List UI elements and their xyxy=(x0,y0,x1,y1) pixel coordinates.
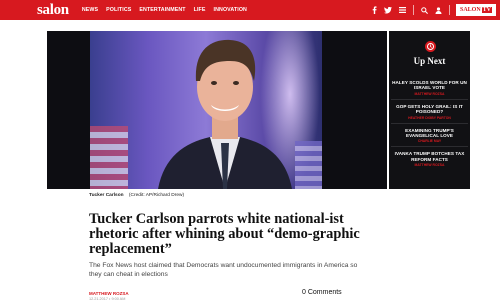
up-next-list: HALEY SCOLDS WORLD FOR UN ISRAEL VOTE MA… xyxy=(391,76,468,170)
header-actions: SALON TV xyxy=(365,0,496,20)
user-account-icon[interactable] xyxy=(435,6,442,14)
nav-item-politics[interactable]: POLITICS xyxy=(106,0,131,20)
backdrop-flag-left xyxy=(90,126,128,189)
main-nav: NEWS POLITICS ENTERTAINMENT LIFE INNOVAT… xyxy=(82,0,255,20)
search-icon[interactable] xyxy=(421,6,428,14)
up-next-item[interactable]: GOP GETS HOLY GRAIL: IS IT POISONED? HEA… xyxy=(391,98,468,123)
nav-item-entertainment[interactable]: ENTERTAINMENT xyxy=(139,0,185,20)
up-next-title: Up Next xyxy=(413,56,446,66)
article-author[interactable]: MATTHEW ROZSA xyxy=(89,291,129,296)
up-next-panel: Up Next HALEY SCOLDS WORLD FOR UN ISRAEL… xyxy=(389,31,470,189)
up-next-author: HEATHER DIGBY PARTON xyxy=(408,115,451,120)
comments-link[interactable]: 0 Comments xyxy=(302,289,342,296)
up-next-author: MATTHEW ROZSA xyxy=(414,91,445,96)
nav-item-news[interactable]: NEWS xyxy=(82,0,98,20)
facebook-icon[interactable] xyxy=(372,6,377,14)
header-divider xyxy=(448,5,450,15)
article-headline: Tucker Carlson parrots white national-is… xyxy=(89,211,360,257)
up-next-item[interactable]: IVANKA TRUMP BOTCHES TAX REFORM FACTS MA… xyxy=(391,146,468,170)
up-next-icon xyxy=(425,41,436,52)
up-next-author: CHARLIE MAY xyxy=(417,139,442,144)
salon-tv-badge: TV xyxy=(481,7,492,13)
article-date: 12.21.2017 • 9:00 AM xyxy=(89,297,126,301)
hero-image-container xyxy=(47,31,387,189)
up-next-item[interactable]: HALEY SCOLDS WORLD FOR UN ISRAEL VOTE MA… xyxy=(391,76,468,99)
salon-tv-label: SALON xyxy=(459,7,481,13)
hamburger-menu-icon[interactable] xyxy=(398,7,406,13)
article-dek: The Fox News host claimed that Democrats… xyxy=(89,262,358,278)
up-next-headline[interactable]: GOP GETS HOLY GRAIL: IS IT POISONED? xyxy=(391,104,468,115)
up-next-item[interactable]: EXAMINING TRUMP'S EVANGELICAL LOVE CHARL… xyxy=(391,122,468,147)
header-divider xyxy=(412,5,414,15)
twitter-icon[interactable] xyxy=(383,6,392,14)
caption-credit: (Credit: AP/Richard Drew) xyxy=(128,193,185,198)
salon-tv-button[interactable]: SALON TV xyxy=(455,4,496,16)
image-caption: Tucker Carlson (Credit: AP/Richard Drew) xyxy=(89,193,184,198)
nav-item-innovation[interactable]: INNOVATION xyxy=(214,0,247,20)
up-next-author: MATTHEW ROZSA xyxy=(414,163,445,168)
up-next-headline[interactable]: IVANKA TRUMP BOTCHES TAX REFORM FACTS xyxy=(391,151,468,162)
top-nav-bar: salon NEWS POLITICS ENTERTAINMENT LIFE I… xyxy=(0,0,500,20)
up-next-headline[interactable]: EXAMINING TRUMP'S EVANGELICAL LOVE xyxy=(391,128,468,139)
caption-subject: Tucker Carlson xyxy=(89,193,124,198)
site-logo[interactable]: salon xyxy=(37,0,69,20)
nav-item-life[interactable]: LIFE xyxy=(194,0,206,20)
hero-photo xyxy=(90,31,322,189)
up-next-headline[interactable]: HALEY SCOLDS WORLD FOR UN ISRAEL VOTE xyxy=(391,80,468,91)
